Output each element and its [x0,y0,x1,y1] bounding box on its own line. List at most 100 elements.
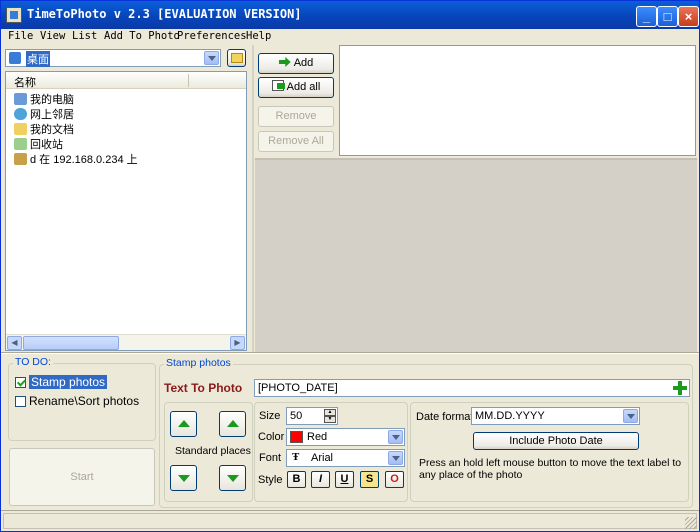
bottom-separator [1,352,699,354]
stamp-photos-label: Stamp photos [29,375,108,389]
color-swatch [290,431,303,443]
menu-list[interactable]: List [72,30,97,42]
start-button[interactable]: Start [9,448,155,506]
spin-up-icon[interactable]: ▲ [324,409,336,416]
menu-help[interactable]: Help [246,30,271,42]
scroll-thumb[interactable] [23,336,119,350]
documents-folder-icon [14,123,27,135]
tree-item-label: 回收站 [30,139,63,151]
font-value: Arial [311,452,334,464]
status-bar [1,510,699,531]
network-icon [14,108,27,120]
menu-add-to-photo[interactable]: Add To Photo [104,30,180,42]
tree-header[interactable]: 名称 [6,72,246,89]
tree-item-network-drive[interactable]: d 在 192.168.0.234 上 [14,151,138,167]
bold-button[interactable]: B [287,471,306,488]
include-photo-date-button[interactable]: Include Photo Date [473,432,639,450]
recycle-bin-icon [14,138,27,150]
scroll-left-icon[interactable]: ◀ [7,336,22,350]
folder-combo-value: 桌面 [26,51,50,67]
outline-button[interactable]: O [385,471,404,488]
chevron-down-icon[interactable] [388,430,403,444]
splitter[interactable] [252,45,254,353]
tree-item-network[interactable]: 网上邻居 [14,106,74,122]
shadow-button[interactable]: S [360,471,379,488]
horizontal-scrollbar[interactable]: ◀ ▶ [6,334,246,350]
tree-item-documents[interactable]: 我的文档 [14,121,74,137]
remove-all-button[interactable]: Remove All [258,131,334,152]
desktop-icon [9,52,21,64]
menu-file[interactable]: File [8,30,33,42]
tree-item-recycle-bin[interactable]: 回收站 [14,136,63,152]
truetype-icon: Ŧ [292,451,300,463]
move-down-right-button[interactable] [219,465,246,491]
title-bar: TimeToPhoto v 2.3 [EVALUATION VERSION] _… [1,1,699,29]
size-value: 50 [290,410,303,422]
menu-view[interactable]: View [40,30,65,42]
add-all-button-label: Add all [286,81,321,93]
remove-button-label: Remove [275,110,317,122]
computer-icon [14,93,27,105]
folder-combo[interactable]: 桌面 [5,49,221,67]
add-button-label: Add [293,57,314,69]
maximize-button[interactable]: □ [657,6,678,27]
size-label: Size [259,410,281,422]
chevron-down-icon[interactable] [623,409,638,423]
tree-item-label: 我的文档 [30,124,74,136]
tree-item-label: 网上邻居 [30,109,74,121]
add-all-icon [271,80,285,91]
move-up-right-button[interactable] [219,411,246,437]
move-up-left-button[interactable] [170,411,197,437]
stamp-photos-group-label: Stamp photos [164,357,233,369]
minimize-button[interactable]: _ [636,6,657,27]
text-to-photo-value: [PHOTO_DATE] [258,382,338,394]
chevron-down-icon[interactable] [388,451,403,465]
move-down-left-button[interactable] [170,465,197,491]
todo-rename-sort[interactable]: Rename\Sort photos [15,394,155,410]
add-all-button[interactable]: Add all [258,77,334,98]
rename-sort-checkbox[interactable] [15,396,26,407]
chevron-down-icon[interactable] [204,51,219,65]
tree-item-label: d 在 192.168.0.234 上 [30,154,138,166]
remove-button[interactable]: Remove [258,106,334,127]
size-spinner[interactable]: 50 ▲ ▼ [286,407,338,425]
file-tree-panel: 名称 我的电脑 网上邻居 我的文档 回收站 d 在 192.168.0.234 … [5,71,247,351]
spin-down-icon[interactable]: ▼ [324,416,336,423]
scroll-right-icon[interactable]: ▶ [230,336,245,350]
menu-preferences[interactable]: Preferences [177,30,247,42]
date-format-label: Date format [416,411,474,423]
rename-sort-label: Rename\Sort photos [29,394,140,408]
file-list[interactable] [339,45,696,156]
photo-preview-area[interactable] [255,158,697,352]
header-divider [188,74,189,87]
new-folder-button[interactable] [227,49,246,67]
plus-icon[interactable] [673,381,687,395]
stamp-photos-checkbox[interactable] [15,377,26,388]
text-to-photo-label: Text To Photo [164,381,243,395]
app-window: TimeToPhoto v 2.3 [EVALUATION VERSION] _… [0,0,700,532]
folder-icon [231,53,243,63]
color-label: Color [258,431,285,443]
tree-item-my-computer[interactable]: 我的电脑 [14,91,74,107]
start-button-label: Start [70,471,94,483]
window-title: TimeToPhoto v 2.3 [EVALUATION VERSION] [27,7,302,21]
menu-bar: File View List Add To Photo Preferences … [1,29,699,45]
status-panel [3,513,697,529]
style-label: Style [258,474,283,486]
tree-header-label: 名称 [14,77,36,89]
underline-button[interactable]: U [335,471,354,488]
color-combo[interactable]: Red [286,428,405,446]
add-button[interactable]: Add [258,53,334,74]
date-format-combo[interactable]: MM.DD.YYYY [471,407,640,425]
resize-grip-icon[interactable] [685,517,697,529]
text-to-photo-input[interactable]: [PHOTO_DATE] [254,379,690,397]
italic-button[interactable]: I [311,471,330,488]
todo-label: TO DO: [13,356,53,368]
font-combo[interactable]: Ŧ Arial [286,449,405,467]
remove-all-button-label: Remove All [268,135,324,147]
arrow-right-icon [278,57,291,67]
todo-stamp-photos[interactable]: Stamp photos [15,375,149,391]
app-icon [6,7,22,23]
close-button[interactable]: × [678,6,699,27]
color-value: Red [307,431,328,443]
